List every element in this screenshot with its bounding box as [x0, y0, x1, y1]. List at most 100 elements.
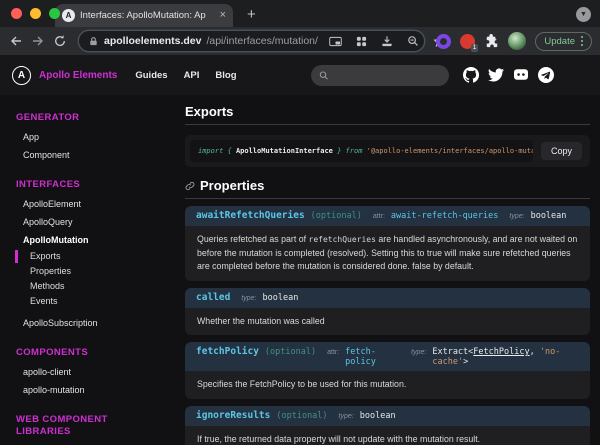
- inline-code: refetchQueries: [309, 235, 376, 244]
- search-input[interactable]: [334, 70, 441, 80]
- sidebar-item-apolloelement[interactable]: ApolloElement: [0, 195, 165, 213]
- sidebar-item-component[interactable]: Component: [0, 146, 165, 164]
- attr-value: fetch-policy: [345, 347, 400, 367]
- extension-badge: 1: [471, 44, 479, 52]
- attr-label: attr:: [373, 213, 385, 220]
- profile-avatar[interactable]: [508, 32, 526, 50]
- sidebar-subitem-exports[interactable]: Exports: [0, 249, 165, 264]
- type-value: boolean: [360, 411, 396, 421]
- properties-heading-text: Properties: [200, 178, 264, 193]
- reload-icon[interactable]: [52, 34, 67, 49]
- header-nav: Guides API Blog: [127, 70, 244, 81]
- zoom-icon[interactable]: [406, 34, 421, 49]
- sidebar-item-apollo-mutation[interactable]: apollo-mutation: [0, 381, 165, 399]
- exports-heading: Exports: [185, 101, 590, 125]
- copy-button[interactable]: Copy: [541, 142, 582, 160]
- type-label: type:: [241, 295, 256, 302]
- minimize-window-button[interactable]: [30, 8, 41, 19]
- browser-window: A Interfaces: ApolloMutation: Ap × + ▼ a…: [0, 0, 600, 445]
- apps-grid-icon[interactable]: [354, 34, 369, 49]
- sidebar-nav: GENERATOR AppComponent INTERFACES ApolloEle…: [0, 95, 165, 445]
- kebab-menu-icon: [581, 36, 583, 46]
- link-anchor-icon[interactable]: [185, 181, 195, 191]
- github-icon[interactable]: [463, 67, 479, 83]
- puzzle-extensions-icon[interactable]: [484, 34, 499, 49]
- twitter-icon[interactable]: [488, 67, 504, 83]
- fullscreen-window-button[interactable]: [49, 8, 60, 19]
- search-icon: [319, 70, 329, 81]
- sidebar-section-web-component-libraries: WEB COMPONENT LIBRARIES: [16, 414, 135, 438]
- nav-api[interactable]: API: [184, 70, 200, 81]
- property-description: Queries refetched as part of refetchQuer…: [185, 226, 590, 281]
- property-name: called: [196, 292, 230, 304]
- sidebar-subitem-methods[interactable]: Methods: [0, 279, 165, 294]
- new-tab-button[interactable]: +: [247, 7, 256, 22]
- apollo-favicon-icon: A: [62, 9, 75, 22]
- red-extension-icon[interactable]: 1: [460, 34, 475, 49]
- main-content: Exports import { ApolloMutationInterface…: [165, 95, 600, 445]
- import-code-block: import { ApolloMutationInterface } from …: [185, 135, 590, 167]
- property-description: If true, the returned data property will…: [185, 426, 590, 445]
- type-value: Extract<FetchPolicy, 'no-cache'>: [432, 347, 579, 367]
- sidebar-item-apolloquery[interactable]: ApolloQuery: [0, 213, 165, 231]
- property-card-ignoreresults: ignoreResults(optional)type:booleanIf tr…: [185, 406, 590, 445]
- sidebar-item-apollomutation[interactable]: ApolloMutation: [0, 231, 165, 249]
- property-name: ignoreResults: [196, 410, 270, 422]
- back-icon[interactable]: [8, 34, 23, 49]
- optional-flag: (optional): [265, 347, 316, 357]
- nav-blog[interactable]: Blog: [215, 70, 236, 81]
- sidebar-subnav: ExportsPropertiesMethodsEvents: [0, 249, 165, 309]
- install-icon[interactable]: [380, 34, 395, 49]
- property-card-called: called type: boolean Whether the mutation w…: [185, 288, 590, 336]
- tab-close-icon[interactable]: ×: [220, 10, 226, 21]
- nav-guides[interactable]: Guides: [135, 70, 167, 81]
- sidebar-item-apollosubscription[interactable]: ApolloSubscription: [0, 314, 165, 332]
- property-name: awaitRefetchQueries: [196, 210, 305, 222]
- type-label: type:: [411, 349, 426, 356]
- property-card-header: called type: boolean: [185, 288, 590, 308]
- tab-strip: A Interfaces: ApolloMutation: Ap × + ▼: [0, 0, 600, 27]
- browser-tab[interactable]: A Interfaces: ApolloMutation: Ap ×: [55, 4, 233, 27]
- url-path: /api/interfaces/mutation/: [206, 35, 317, 47]
- address-bar[interactable]: apolloelements.dev/api/interfaces/mutati…: [79, 31, 424, 51]
- property-card-header: fetchPolicy(optional)attr:fetch-policyty…: [185, 342, 590, 371]
- property-description: Specifies the FetchPolicy to be used for…: [185, 371, 590, 399]
- forward-icon[interactable]: [30, 34, 45, 49]
- sidebar-subitem-properties[interactable]: Properties: [0, 264, 165, 279]
- property-description: Whether the mutation was called: [185, 308, 590, 336]
- type-link[interactable]: FetchPolicy: [473, 347, 529, 357]
- properties-list: awaitRefetchQueries (optional) attr: await-…: [185, 206, 590, 445]
- tab-search-icon[interactable]: ▼: [576, 7, 591, 22]
- sidebar-item-class-mixins[interactable]: Class Mixins: [0, 441, 165, 445]
- type-label: type:: [509, 213, 524, 220]
- site-search[interactable]: [311, 65, 449, 86]
- property-card-header: awaitRefetchQueries(optional)attr:await-…: [185, 206, 590, 226]
- browser-toolbar: apolloelements.dev/api/interfaces/mutati…: [0, 27, 600, 55]
- site-header: A Apollo Elements Guides API Blog: [0, 55, 600, 95]
- attr-value: await-refetch-queries: [391, 211, 498, 221]
- update-menu-button[interactable]: Update: [535, 32, 592, 51]
- pip-icon[interactable]: [328, 34, 343, 49]
- close-window-button[interactable]: [11, 8, 22, 19]
- telegram-icon[interactable]: [538, 67, 554, 83]
- social-icons: [463, 67, 554, 83]
- tab-title: Interfaces: ApolloMutation: Ap: [80, 10, 215, 21]
- purple-extension-icon[interactable]: [436, 34, 451, 49]
- site-brand[interactable]: Apollo Elements: [39, 70, 117, 81]
- type-label: type:: [339, 413, 354, 420]
- apollo-logo-icon[interactable]: A: [12, 66, 31, 85]
- sidebar-item-apollo-client[interactable]: apollo-client: [0, 363, 165, 381]
- sidebar-item-app[interactable]: App: [0, 128, 165, 146]
- sidebar-section-interfaces: INTERFACES: [16, 179, 135, 191]
- property-name: fetchPolicy: [196, 346, 259, 358]
- url-host: apolloelements.dev: [104, 35, 201, 47]
- urlbar-icons: [328, 34, 447, 49]
- discord-icon[interactable]: [513, 67, 529, 83]
- site-body: GENERATOR AppComponent INTERFACES ApolloEle…: [0, 95, 600, 445]
- sidebar-subitem-events[interactable]: Events: [0, 294, 165, 309]
- properties-heading: Properties: [185, 175, 590, 199]
- property-card-header: ignoreResults(optional)type:boolean: [185, 406, 590, 426]
- sidebar-section-generator: GENERATOR: [16, 112, 135, 124]
- traffic-lights: [11, 8, 60, 19]
- type-value: boolean: [263, 293, 299, 303]
